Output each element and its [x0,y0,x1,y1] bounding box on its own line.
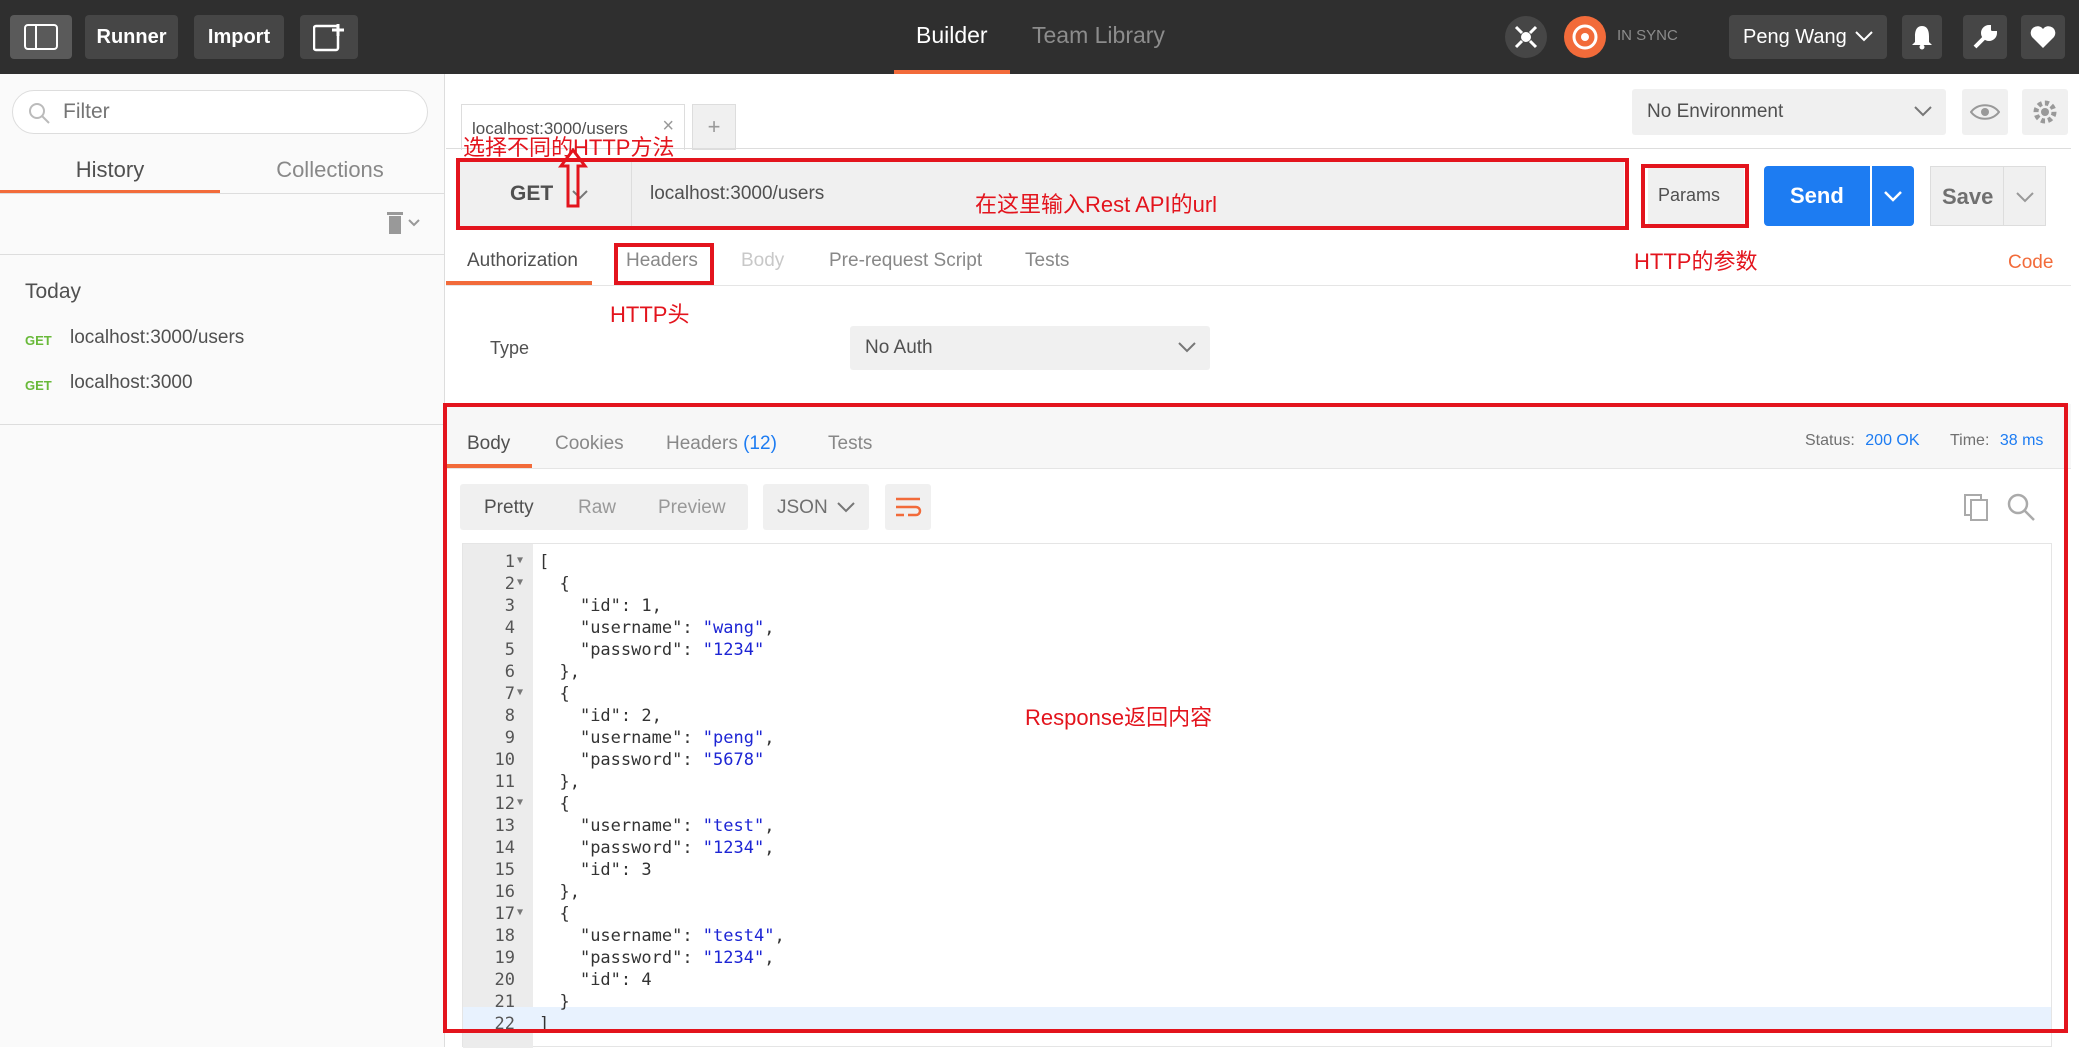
sync-icon [1572,24,1598,50]
chevron-down-icon [2016,192,2034,203]
history-item[interactable]: GET localhost:3000 [0,366,445,406]
method-badge: GET [25,333,52,348]
send-button[interactable]: Send [1764,166,1870,226]
builder-tab-underline [894,70,1010,74]
send-label: Send [1790,183,1844,208]
annotation-response: Response返回内容 [1025,705,1213,730]
environment-select[interactable]: No Environment [1632,89,1946,135]
history-section-title: Today [25,280,82,303]
code-link[interactable]: Code [2008,252,2053,274]
sync-status: IN SYNC [1617,27,1678,44]
auth-type-value: No Auth [865,337,933,358]
sidebar-icon [24,24,58,50]
env-settings-button[interactable] [2022,89,2068,135]
gear-icon [2033,100,2057,124]
interceptor-button[interactable] [1505,16,1547,58]
chevron-down-icon [1884,191,1902,202]
add-tab-button[interactable]: + [692,104,736,150]
annotation-box-response [443,403,2068,1033]
settings-wrench-button[interactable] [1963,15,2007,59]
tab-tests[interactable]: Tests [1025,250,1069,272]
chevron-down-icon [1855,31,1873,42]
top-bar: Runner Import Builder Team Library IN SY… [0,0,2079,74]
send-options-button[interactable] [1872,166,1914,226]
environment-value: No Environment [1647,101,1784,122]
save-label: Save [1942,184,1994,209]
sidebar-toggle-button[interactable] [10,15,72,59]
annotation-params: HTTP的参数 [1634,249,1758,274]
history-item[interactable]: GET localhost:3000/users [0,321,445,361]
heart-icon [2030,26,2056,48]
clear-history-button[interactable] [383,208,427,238]
heart-button[interactable] [2021,15,2065,59]
chevron-down-icon [1178,342,1196,353]
satellite-icon [1514,25,1538,49]
env-quicklook-button[interactable] [1962,89,2008,135]
runner-button[interactable]: Runner [85,15,178,59]
history-url: localhost:3000/users [70,327,245,348]
annotation-box-headers [614,243,714,285]
chevron-down-icon [1914,106,1932,117]
tab-body[interactable]: Body [741,250,784,272]
eye-icon [1970,104,2000,120]
annotation-box-params [1641,164,1749,228]
notifications-button[interactable] [1902,15,1942,59]
filter-field[interactable] [12,90,428,134]
trash-icon [387,212,420,234]
filter-input[interactable] [63,97,413,127]
subtabs-divider [446,285,2071,286]
annotation-method: 选择不同的HTTP方法 [463,135,675,160]
user-menu-button[interactable]: Peng Wang [1729,15,1887,59]
method-badge: GET [25,378,52,393]
auth-type-label: Type [490,338,530,358]
tabs-bar-divider [446,148,2071,149]
bell-icon [1912,26,1932,50]
annotation-url: 在这里输入Rest API的url [975,192,1218,217]
save-options-button[interactable] [2004,166,2046,226]
tab-builder[interactable]: Builder [916,22,988,49]
history-url: localhost:3000 [70,372,193,393]
save-button[interactable]: Save [1930,166,2004,226]
tab-pre-request-script[interactable]: Pre-request Script [829,250,982,272]
tab-team-library[interactable]: Team Library [1032,22,1165,49]
import-button[interactable]: Import [194,15,284,59]
wrench-icon [1973,24,1998,49]
tabs-divider [0,193,445,194]
tab-authorization[interactable]: Authorization [467,250,578,272]
new-tab-button[interactable] [300,15,358,59]
annotation-headers: HTTP头 [610,302,690,327]
history-list-divider [0,424,445,425]
toolbar-divider [0,254,445,255]
auth-type-select[interactable]: No Auth [850,326,1210,370]
new-window-icon [313,24,344,52]
sidebar: History Collections Today GET localhost:… [0,74,445,1047]
sync-button[interactable] [1564,16,1606,58]
search-icon [29,103,50,124]
user-name: Peng Wang [1743,25,1847,48]
